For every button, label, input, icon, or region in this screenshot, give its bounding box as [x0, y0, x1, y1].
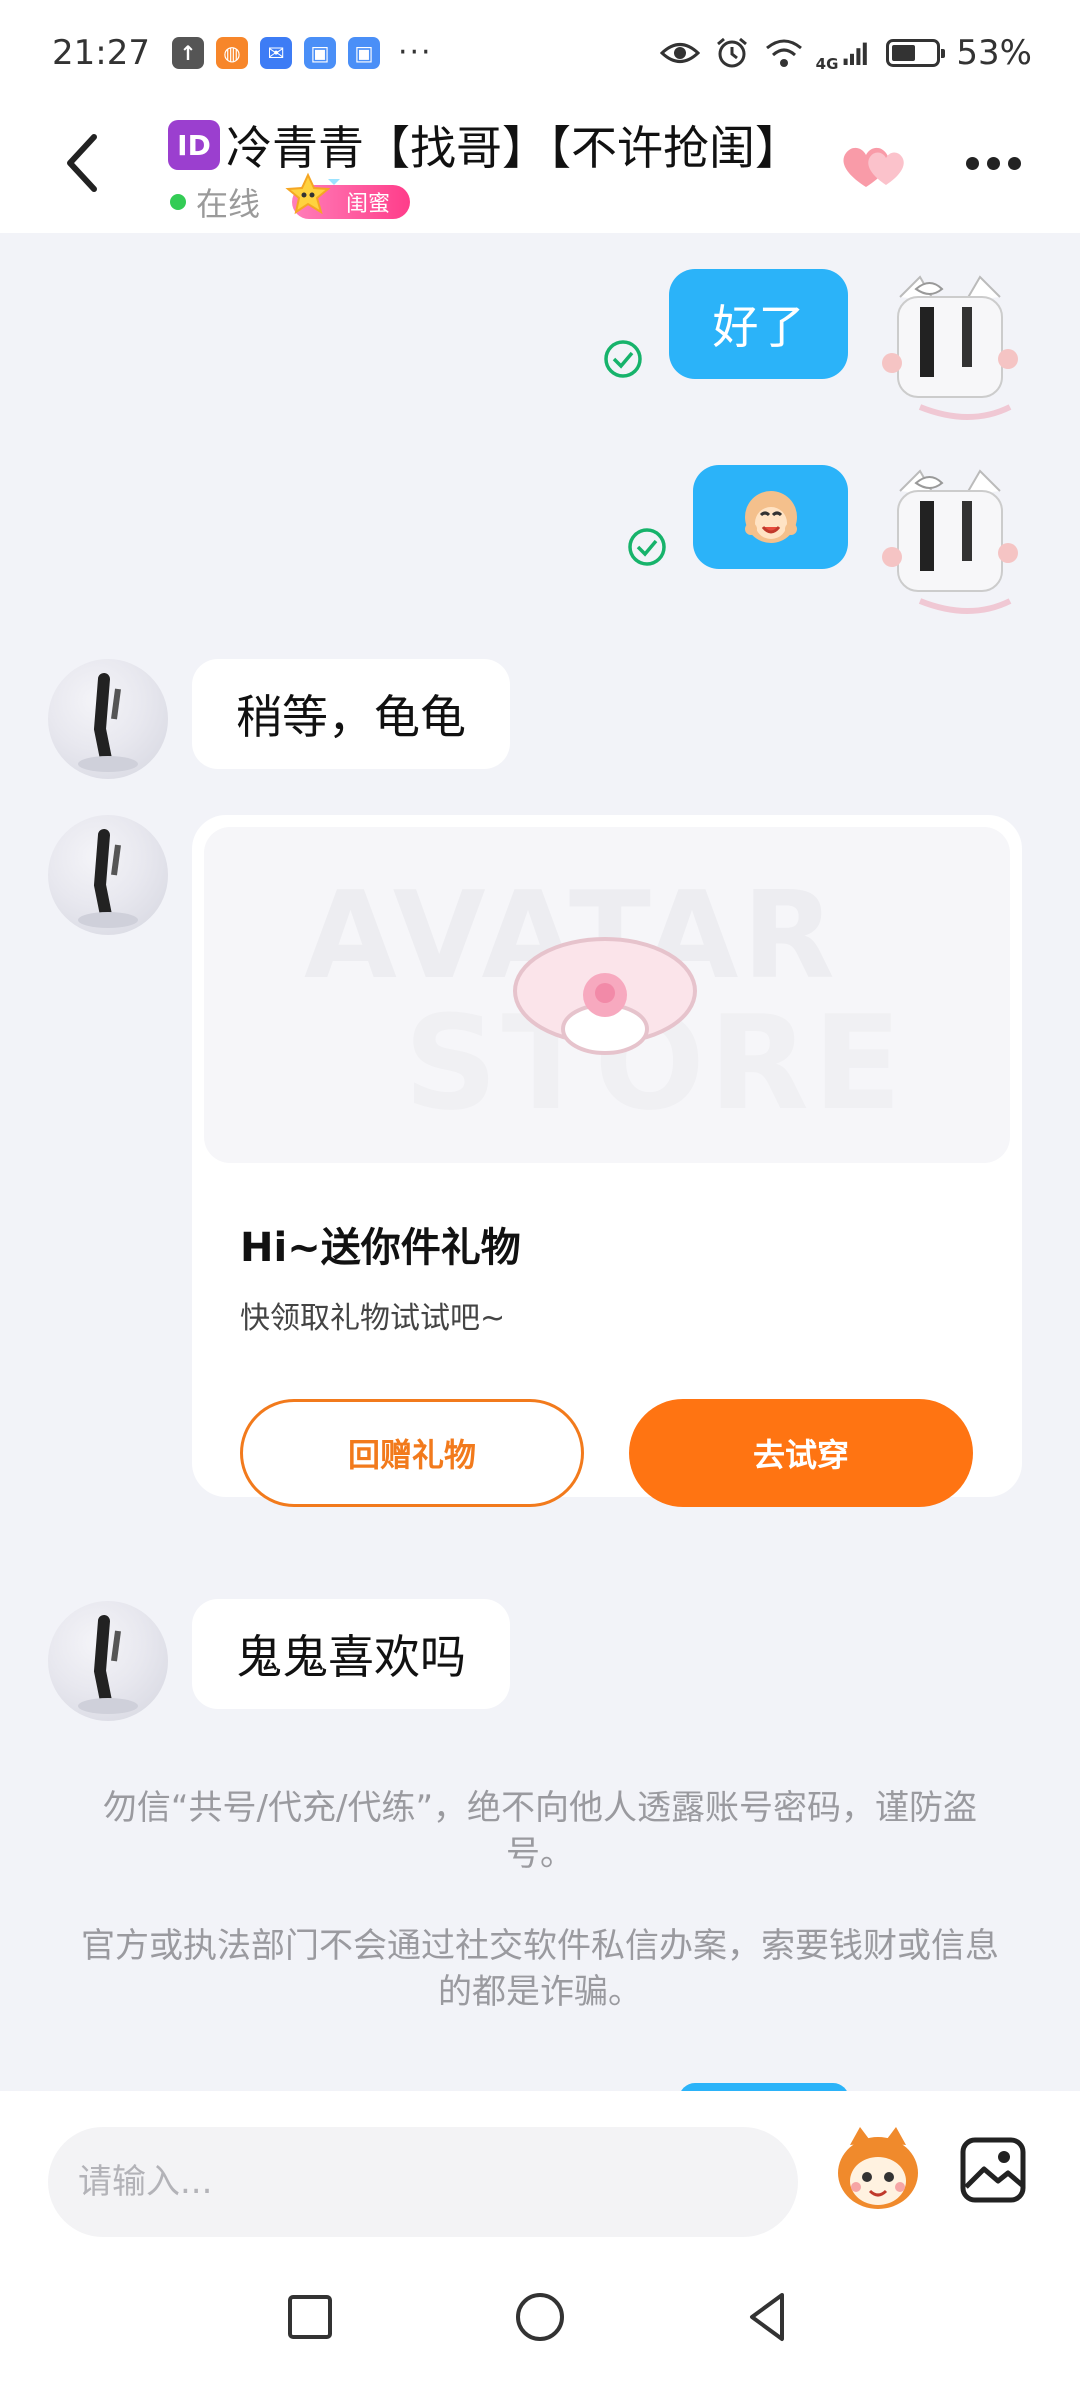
outgoing-message-bubble[interactable]: 好了: [669, 269, 848, 379]
intimacy-hearts-icon[interactable]: [836, 135, 916, 195]
more-dot: [966, 156, 979, 170]
security-notice: 勿信“共号/代充/代练”，绝不向他人透露账号密码，谨防盗号。: [102, 1788, 978, 1874]
more-dot: [987, 156, 1000, 170]
incoming-message-bubble[interactable]: 鬼鬼喜欢吗: [192, 1599, 510, 1709]
chat-header: ID 冷青青【找哥】【不许抢闺】 在线 闺蜜: [0, 105, 1080, 233]
home-button[interactable]: [510, 2287, 570, 2347]
wifi-icon: [765, 39, 802, 67]
pacifier-gift-icon: [513, 937, 697, 1055]
back-nav-button[interactable]: [738, 2287, 798, 2347]
battery-level: [892, 44, 915, 61]
message-text: 稍等，龟龟: [236, 690, 466, 744]
status-bar: 21:27 ↑ ◍ ✉ ▣ ▣ ··· 4G 53%: [0, 0, 1080, 105]
input-bar: [0, 2091, 1080, 2251]
incoming-message-bubble[interactable]: 稍等，龟龟: [192, 659, 510, 769]
recent-apps-button[interactable]: [280, 2287, 340, 2347]
message-text: 鬼鬼喜欢吗: [236, 1630, 466, 1684]
relation-tag[interactable]: 闺蜜: [285, 172, 411, 219]
app-notification-icon-2: ▣: [303, 36, 336, 69]
network-type: 4G: [815, 54, 839, 73]
emoji-sticker-button[interactable]: [830, 2121, 926, 2217]
app-notification-icon-3: ▣: [347, 36, 380, 69]
upload-icon: ↑: [171, 36, 204, 69]
gift-card-title: Hi~送你件礼物: [240, 1225, 521, 1271]
outgoing-sticker-bubble[interactable]: [693, 465, 848, 569]
status-time: 21:27: [52, 32, 150, 73]
alarm-icon: [716, 37, 747, 67]
my-avatar[interactable]: [880, 461, 1020, 621]
image-picker-button[interactable]: [958, 2135, 1028, 2205]
star-mascot-icon: [285, 172, 341, 215]
more-options-button[interactable]: [966, 149, 1026, 177]
signal-icon: [844, 42, 868, 65]
gift-card-subtitle: 快领取礼物试试吧~: [240, 1301, 506, 1336]
battery-icon: [886, 38, 946, 67]
monkey-face-sticker-icon: [744, 491, 797, 543]
relation-tag-label: 闺蜜: [346, 192, 391, 217]
chat-message-list[interactable]: 好了 稍等，龟龟 AVATAR STORE Hi~送你件礼物 快领取礼物试试吧~…: [0, 233, 1080, 2103]
try-on-button[interactable]: 去试穿: [629, 1399, 973, 1507]
return-gift-button[interactable]: 回赠礼物: [240, 1399, 584, 1507]
back-button[interactable]: [56, 131, 112, 195]
more-notifications-icon: ···: [397, 35, 433, 70]
my-avatar[interactable]: [880, 267, 1020, 427]
contact-avatar[interactable]: [48, 815, 168, 935]
contact-avatar-image: [78, 829, 138, 928]
title-row: ID 冷青青【找哥】【不许抢闺】: [168, 113, 801, 177]
read-check-icon: [604, 340, 642, 378]
mail-notification-icon: ✉: [259, 36, 292, 69]
status-left: 21:27 ↑ ◍ ✉ ▣ ▣ ···: [52, 33, 433, 73]
eye-icon: [659, 42, 700, 63]
read-check-icon: [628, 528, 666, 566]
system-navigation-bar: [0, 2251, 1080, 2388]
gift-card[interactable]: AVATAR STORE Hi~送你件礼物 快领取礼物试试吧~ 回赠礼物 去试穿: [192, 815, 1022, 1507]
id-badge-icon: ID: [168, 120, 220, 170]
online-status: 在线: [196, 185, 261, 223]
contact-avatar[interactable]: [48, 659, 168, 779]
status-right: 4G 53%: [659, 32, 1032, 73]
contact-info[interactable]: ID 冷青青【找哥】【不许抢闺】 在线 闺蜜: [168, 113, 801, 225]
gift-preview[interactable]: AVATAR STORE: [204, 827, 1010, 1163]
online-dot-icon: [170, 194, 186, 210]
message-input[interactable]: [48, 2127, 798, 2237]
more-dot: [1008, 156, 1021, 170]
app-notification-icon: ◍: [215, 36, 248, 69]
contact-avatar-image: [78, 673, 138, 772]
status-row: 在线 闺蜜: [168, 172, 801, 225]
battery-percent: 53%: [956, 32, 1032, 73]
fraud-notice: 官方或执法部门不会通过社交软件私信办案，索要钱财或信息的都是诈骗。: [81, 1926, 999, 2012]
contact-avatar[interactable]: [48, 1601, 168, 1721]
contact-avatar-image: [78, 1615, 138, 1714]
message-text: 好了: [712, 300, 805, 354]
contact-name: 冷青青【找哥】【不许抢闺】: [226, 121, 801, 175]
